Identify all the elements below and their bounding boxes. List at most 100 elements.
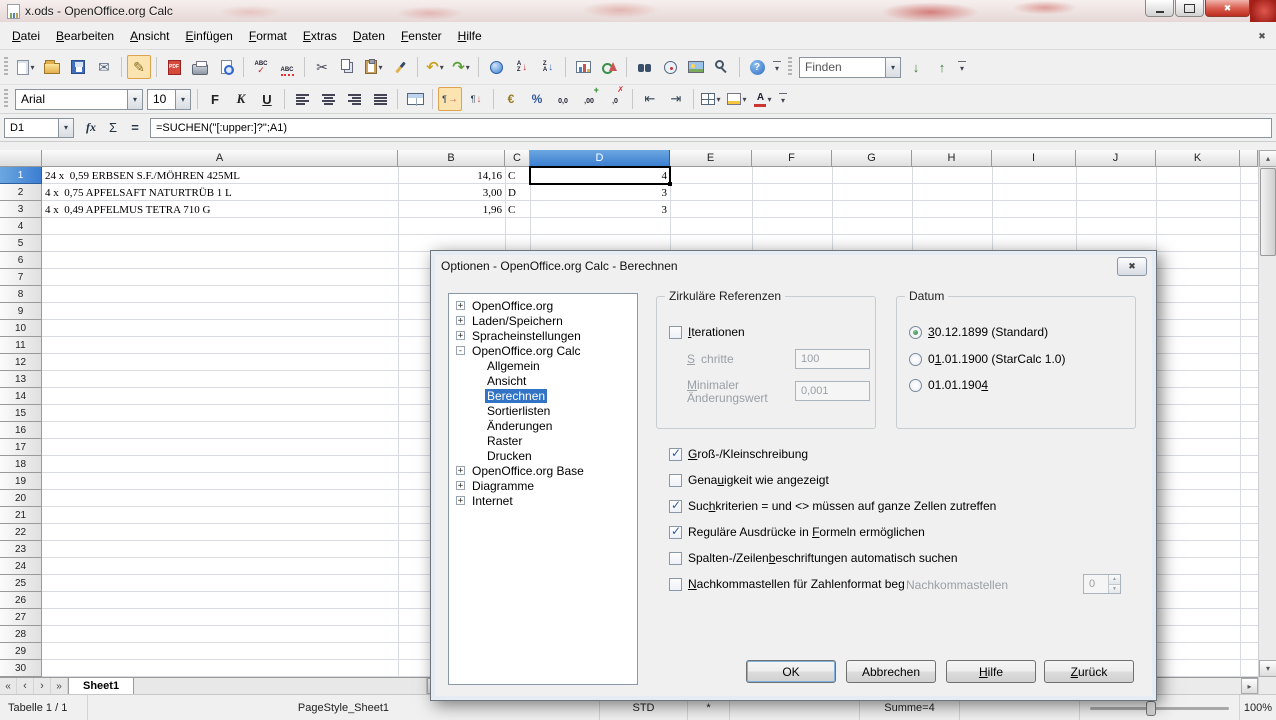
paste-button[interactable] xyxy=(362,55,386,79)
background-color-button[interactable] xyxy=(725,87,749,111)
export-pdf-button[interactable] xyxy=(162,55,186,79)
edit-file-button[interactable] xyxy=(127,55,151,79)
italic-button[interactable]: K xyxy=(229,87,253,111)
tree-item-openoffice-org-calc[interactable]: -OpenOffice.org Calc xyxy=(449,343,637,358)
option-row-2[interactable]: Suchkriterien = und <> müssen auf ganze … xyxy=(669,498,996,514)
gallery-button[interactable] xyxy=(684,55,708,79)
cell-D1[interactable]: 4 xyxy=(530,167,670,184)
row-header-19[interactable]: 19 xyxy=(0,473,42,490)
vertical-scrollbar[interactable] xyxy=(1258,150,1276,677)
merge-cells-button[interactable] xyxy=(403,87,427,111)
option-checkbox-4[interactable] xyxy=(669,552,682,565)
row-header-6[interactable]: 6 xyxy=(0,252,42,269)
sort-descending-button[interactable] xyxy=(536,55,560,79)
format-paintbrush-button[interactable] xyxy=(388,55,412,79)
sum-button[interactable] xyxy=(102,118,124,138)
row-header-7[interactable]: 7 xyxy=(0,269,42,286)
zoom-button[interactable] xyxy=(710,55,734,79)
align-left-button[interactable] xyxy=(290,87,314,111)
align-right-button[interactable] xyxy=(342,87,366,111)
row-header-2[interactable]: 2 xyxy=(0,184,42,201)
tree-item-raster[interactable]: Raster xyxy=(449,433,637,448)
zoom-track[interactable] xyxy=(1090,707,1229,710)
column-header-K[interactable]: K xyxy=(1156,150,1240,167)
sheet-tab-sheet1[interactable]: Sheet1 xyxy=(68,678,134,694)
option-row-1[interactable]: Genauigkeit wie angezeigt xyxy=(669,472,829,488)
tree-item-openoffice-org-base[interactable]: +OpenOffice.org Base xyxy=(449,463,637,478)
tree-item-openoffice-org[interactable]: +OpenOffice.org xyxy=(449,298,637,313)
save-button[interactable] xyxy=(66,55,90,79)
column-header-C[interactable]: C xyxy=(505,150,530,167)
close-button[interactable] xyxy=(1205,0,1250,17)
cell-A2[interactable]: 4 x 0,75 APFELSAFT NATURTRÜB 1 L xyxy=(42,184,398,201)
row-header-18[interactable]: 18 xyxy=(0,456,42,473)
tree-item-drucken[interactable]: Drucken xyxy=(449,448,637,463)
font-name-value[interactable]: Arial xyxy=(15,89,127,110)
row-header-25[interactable]: 25 xyxy=(0,575,42,592)
row-header-1[interactable]: 1 xyxy=(0,167,42,184)
expand-icon[interactable]: + xyxy=(456,301,465,310)
row-header-22[interactable]: 22 xyxy=(0,524,42,541)
tree-item-internet[interactable]: +Internet xyxy=(449,493,637,508)
row-header-5[interactable]: 5 xyxy=(0,235,42,252)
option-row-3[interactable]: Reguläre Ausdrücke in Formeln ermögliche… xyxy=(669,524,925,540)
delete-decimal-button[interactable] xyxy=(603,87,627,111)
expand-icon[interactable]: + xyxy=(456,496,465,505)
column-header-B[interactable]: B xyxy=(398,150,505,167)
cell-reference-input[interactable]: D1 xyxy=(4,118,58,138)
row-header-15[interactable]: 15 xyxy=(0,405,42,422)
column-header-partial[interactable] xyxy=(1240,150,1258,167)
percent-format-button[interactable] xyxy=(525,87,549,111)
font-name-dropdown[interactable] xyxy=(127,89,143,110)
cell-C3[interactable]: C xyxy=(505,201,530,218)
underline-button[interactable]: U xyxy=(255,87,279,111)
name-box-dropdown[interactable] xyxy=(58,118,74,138)
sort-ascending-button[interactable] xyxy=(510,55,534,79)
find-toolbar-grip[interactable] xyxy=(788,57,792,77)
increase-indent-button[interactable] xyxy=(664,87,688,111)
menu-hilfe[interactable]: Hilfe xyxy=(450,25,490,47)
find-next-button[interactable] xyxy=(904,55,928,79)
back-button[interactable]: Zurück xyxy=(1044,660,1134,683)
column-header-J[interactable]: J xyxy=(1076,150,1156,167)
expand-icon[interactable]: + xyxy=(456,316,465,325)
menu-daten[interactable]: Daten xyxy=(345,25,393,47)
toolbar-grip[interactable] xyxy=(4,89,8,109)
bold-button[interactable]: F xyxy=(203,87,227,111)
toolbar-overflow-button[interactable] xyxy=(770,55,784,79)
radio-1900[interactable] xyxy=(909,353,922,366)
expand-icon[interactable]: + xyxy=(456,466,465,475)
column-header-F[interactable]: F xyxy=(752,150,832,167)
cut-button[interactable] xyxy=(310,55,334,79)
maximize-button[interactable] xyxy=(1175,0,1204,17)
row-header-14[interactable]: 14 xyxy=(0,388,42,405)
row-header-29[interactable]: 29 xyxy=(0,643,42,660)
option-row-5[interactable]: Nachkommastellen für Zahlenformat beg xyxy=(669,576,905,592)
new-document-button[interactable] xyxy=(14,55,38,79)
expand-icon[interactable]: + xyxy=(456,481,465,490)
tree-item-sortierlisten[interactable]: Sortierlisten xyxy=(449,403,637,418)
hyperlink-button[interactable] xyxy=(484,55,508,79)
navigator-button[interactable] xyxy=(658,55,682,79)
zoom-thumb[interactable] xyxy=(1146,701,1156,716)
formula-input[interactable]: =SUCHEN("[:upper:]?";A1) xyxy=(150,118,1272,138)
menu-datei[interactable]: Datei xyxy=(4,25,48,47)
previous-sheet-button[interactable] xyxy=(17,678,34,694)
row-header-26[interactable]: 26 xyxy=(0,592,42,609)
radio-1904[interactable] xyxy=(909,379,922,392)
align-center-button[interactable] xyxy=(316,87,340,111)
tree-item-ansicht[interactable]: Ansicht xyxy=(449,373,637,388)
collapse-icon[interactable]: - xyxy=(456,346,465,355)
menu-fenster[interactable]: Fenster xyxy=(393,25,450,47)
tree-item--nderungen[interactable]: Änderungen xyxy=(449,418,637,433)
draw-functions-button[interactable] xyxy=(597,55,621,79)
row-header-8[interactable]: 8 xyxy=(0,286,42,303)
redo-button[interactable] xyxy=(449,55,473,79)
next-sheet-button[interactable] xyxy=(34,678,51,694)
borders-button[interactable] xyxy=(699,87,723,111)
iterations-checkbox[interactable] xyxy=(669,326,682,339)
option-row-4[interactable]: Spalten-/Zeilenbeschriftungen automatisc… xyxy=(669,550,958,566)
cell-A1[interactable]: 24 x 0,59 ERBSEN S.F./MÖHREN 425ML xyxy=(42,167,398,184)
menu-bearbeiten[interactable]: Bearbeiten xyxy=(48,25,122,47)
function-button[interactable] xyxy=(124,118,146,138)
